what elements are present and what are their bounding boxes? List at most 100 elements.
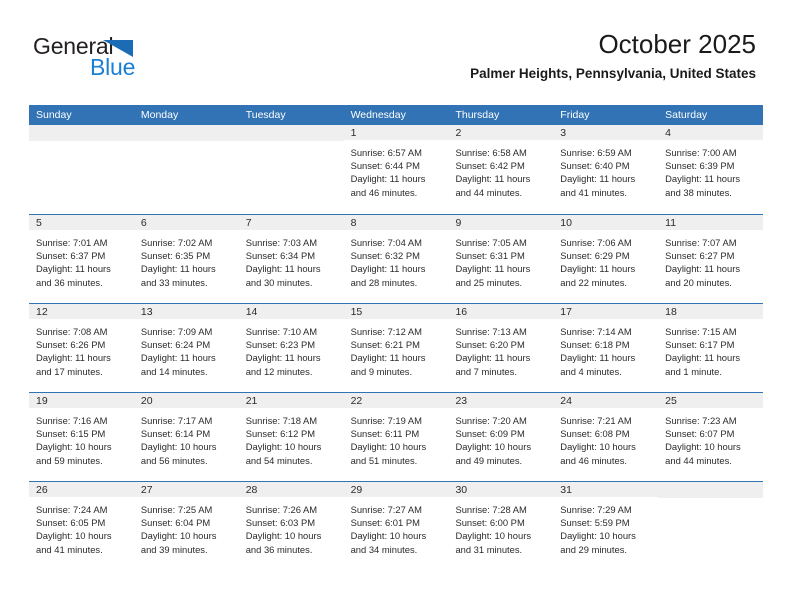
sunrise-text: Sunrise: 7:27 AM xyxy=(350,504,422,515)
daylight-text: Daylight: 10 hours xyxy=(36,441,112,453)
day-of-week-thursday: Thursday xyxy=(455,109,500,121)
sunset-text: Sunset: 6:42 PM xyxy=(455,160,525,172)
daylight-text: Daylight: 11 hours xyxy=(665,173,741,185)
day-cell-14[interactable]: 14 Sunrise: 7:10 AM Sunset: 6:23 PM Dayligh… xyxy=(238,304,344,392)
day-cell-21[interactable]: 21 Sunrise: 7:18 AM Sunset: 6:12 PM Dayligh… xyxy=(238,393,344,481)
sunset-text: Sunset: 6:32 PM xyxy=(350,250,420,262)
day-number: 16 xyxy=(455,306,468,318)
day-details: Sunrise: 7:08 AM Sunset: 6:26 PM Daylight:… xyxy=(29,320,134,378)
day-number: 14 xyxy=(245,306,258,318)
sunset-text: Sunset: 6:29 PM xyxy=(560,250,630,262)
sunrise-text: Sunrise: 7:00 AM xyxy=(665,147,737,158)
day-cell-6[interactable]: 6 Sunrise: 7:02 AM Sunset: 6:35 PM Daylight… xyxy=(133,215,239,303)
day-cell-22[interactable]: 22 Sunrise: 7:19 AM Sunset: 6:11 PM Dayligh… xyxy=(343,393,449,481)
daylight-text: Daylight: 10 hours xyxy=(350,530,427,542)
daylight-text-cont: and 20 minutes. xyxy=(665,276,732,288)
day-cell-27[interactable]: 27 Sunrise: 7:25 AM Sunset: 6:04 PM Dayligh… xyxy=(133,482,239,570)
daylight-text-cont: and 41 minutes. xyxy=(36,543,103,555)
day-cell-28[interactable]: 28 Sunrise: 7:26 AM Sunset: 6:03 PM Dayligh… xyxy=(238,482,344,570)
day-cell-30[interactable]: 30 Sunrise: 7:28 AM Sunset: 6:00 PM Dayligh… xyxy=(448,482,554,570)
day-number-band-empty xyxy=(133,125,239,141)
day-number: 19 xyxy=(36,395,48,407)
day-cell-11[interactable]: 11 Sunrise: 7:07 AM Sunset: 6:27 PM Dayligh… xyxy=(658,215,764,303)
calendar-week-row: 26 Sunrise: 7:24 AM Sunset: 6:05 PM Dayligh… xyxy=(29,481,764,570)
sunset-text: Sunset: 6:05 PM xyxy=(36,517,106,529)
day-cell-12[interactable]: 12 Sunrise: 7:08 AM Sunset: 6:26 PM Dayligh… xyxy=(29,304,134,392)
day-cell-25[interactable]: 25 Sunrise: 7:23 AM Sunset: 6:07 PM Dayligh… xyxy=(658,393,764,481)
daylight-text: Daylight: 10 hours xyxy=(140,530,217,542)
day-cell-18[interactable]: 18 Sunrise: 7:15 AM Sunset: 6:17 PM Dayligh… xyxy=(658,304,764,392)
sunrise-text: Sunrise: 7:06 AM xyxy=(560,237,632,248)
day-number: 3 xyxy=(560,127,567,139)
day-cell-29[interactable]: 29 Sunrise: 7:27 AM Sunset: 6:01 PM Dayligh… xyxy=(343,482,449,570)
day-cell-10[interactable]: 10 Sunrise: 7:06 AM Sunset: 6:29 PM Dayligh… xyxy=(553,215,659,303)
logo-text-blue: Blue xyxy=(90,54,136,80)
daylight-text: Daylight: 11 hours xyxy=(350,263,426,275)
daylight-text-cont: and 36 minutes. xyxy=(36,276,103,288)
sunrise-text: Sunrise: 7:04 AM xyxy=(350,237,422,248)
daylight-text-cont: and 29 minutes. xyxy=(560,543,628,555)
general-blue-logo[interactable]: General Blue xyxy=(33,33,233,81)
day-number: 30 xyxy=(455,484,468,496)
day-cell-13[interactable]: 13 Sunrise: 7:09 AM Sunset: 6:24 PM Dayligh… xyxy=(133,304,239,392)
page-header: General Blue October 2025 Palmer Heights… xyxy=(0,0,792,100)
daylight-text-cont: and 59 minutes. xyxy=(36,454,103,466)
day-number: 31 xyxy=(560,484,572,496)
daylight-text-cont: and 25 minutes. xyxy=(455,276,523,288)
calendar-page: General Blue October 2025 Palmer Heights… xyxy=(0,0,792,612)
day-cell-8[interactable]: 8 Sunrise: 7:04 AM Sunset: 6:32 PM Daylight… xyxy=(343,215,449,303)
day-cell-9[interactable]: 9 Sunrise: 7:05 AM Sunset: 6:31 PM Daylight… xyxy=(448,215,554,303)
calendar-weeks: 1 Sunrise: 6:57 AM Sunset: 6:44 PM Daylight… xyxy=(29,125,764,570)
day-number: 20 xyxy=(140,395,153,407)
day-cell-24[interactable]: 24 Sunrise: 7:21 AM Sunset: 6:08 PM Dayligh… xyxy=(553,393,659,481)
daylight-text: Daylight: 11 hours xyxy=(245,352,321,364)
day-cell-23[interactable]: 23 Sunrise: 7:20 AM Sunset: 6:09 PM Dayligh… xyxy=(448,393,554,481)
daylight-text-cont: and 33 minutes. xyxy=(140,276,208,288)
sunrise-text: Sunrise: 7:16 AM xyxy=(36,415,108,426)
daylight-text-cont: and 17 minutes. xyxy=(36,365,103,377)
day-details: Sunrise: 7:04 AM Sunset: 6:32 PM Daylight:… xyxy=(344,231,449,289)
day-cell-empty xyxy=(29,125,134,214)
day-number-band: 24 xyxy=(553,393,659,409)
day-cell-19[interactable]: 19 Sunrise: 7:16 AM Sunset: 6:15 PM Dayligh… xyxy=(29,393,134,481)
day-details: Sunrise: 7:19 AM Sunset: 6:11 PM Daylight:… xyxy=(344,409,449,467)
day-cell-16[interactable]: 16 Sunrise: 7:13 AM Sunset: 6:20 PM Dayligh… xyxy=(448,304,554,392)
day-cell-3[interactable]: 3 Sunrise: 6:59 AM Sunset: 6:40 PM Daylight… xyxy=(553,125,659,214)
day-number-band: 27 xyxy=(133,482,239,498)
sunrise-text: Sunrise: 7:05 AM xyxy=(455,237,527,248)
day-details: Sunrise: 7:23 AM Sunset: 6:07 PM Daylight:… xyxy=(658,409,763,467)
sunset-text: Sunset: 6:07 PM xyxy=(665,428,735,440)
day-cell-5[interactable]: 5 Sunrise: 7:01 AM Sunset: 6:37 PM Daylight… xyxy=(29,215,134,303)
day-cell-31[interactable]: 31 Sunrise: 7:29 AM Sunset: 5:59 PM Dayligh… xyxy=(553,482,659,570)
daylight-text: Daylight: 11 hours xyxy=(455,352,531,364)
daylight-text-cont: and 44 minutes. xyxy=(455,186,523,198)
day-cell-4[interactable]: 4 Sunrise: 7:00 AM Sunset: 6:39 PM Daylight… xyxy=(658,125,764,214)
sunset-text: Sunset: 6:17 PM xyxy=(665,339,735,351)
day-details: Sunrise: 7:07 AM Sunset: 6:27 PM Daylight:… xyxy=(658,231,763,289)
day-number-band: 3 xyxy=(553,125,659,141)
page-title: October 2025 xyxy=(598,29,756,59)
sunset-text: Sunset: 6:24 PM xyxy=(140,339,211,351)
day-details: Sunrise: 7:14 AM Sunset: 6:18 PM Daylight:… xyxy=(553,320,658,378)
day-cell-7[interactable]: 7 Sunrise: 7:03 AM Sunset: 6:34 PM Daylight… xyxy=(238,215,344,303)
daylight-text-cont: and 34 minutes. xyxy=(350,543,418,555)
day-cell-26[interactable]: 26 Sunrise: 7:24 AM Sunset: 6:05 PM Dayligh… xyxy=(29,482,134,570)
day-cell-2[interactable]: 2 Sunrise: 6:58 AM Sunset: 6:42 PM Daylight… xyxy=(448,125,554,214)
daylight-text-cont: and 36 minutes. xyxy=(245,543,313,555)
day-cell-20[interactable]: 20 Sunrise: 7:17 AM Sunset: 6:14 PM Dayligh… xyxy=(133,393,239,481)
day-number: 1 xyxy=(350,127,357,139)
day-cell-15[interactable]: 15 Sunrise: 7:12 AM Sunset: 6:21 PM Dayligh… xyxy=(343,304,449,392)
daylight-text-cont: and 41 minutes. xyxy=(560,186,628,198)
day-number: 22 xyxy=(350,395,363,407)
daylight-text-cont: and 38 minutes. xyxy=(665,186,732,198)
sunrise-text: Sunrise: 7:08 AM xyxy=(36,326,108,337)
day-number: 29 xyxy=(350,484,363,496)
day-details: Sunrise: 7:03 AM Sunset: 6:34 PM Daylight:… xyxy=(239,231,344,289)
day-cell-17[interactable]: 17 Sunrise: 7:14 AM Sunset: 6:18 PM Dayligh… xyxy=(553,304,659,392)
day-details: Sunrise: 7:10 AM Sunset: 6:23 PM Daylight:… xyxy=(239,320,344,378)
daylight-text: Daylight: 11 hours xyxy=(665,263,741,275)
day-number-band: 2 xyxy=(448,125,554,141)
day-of-week-header: Sunday Monday Tuesday Wednesday Thursday Frid… xyxy=(29,105,763,125)
day-cell-1[interactable]: 1 Sunrise: 6:57 AM Sunset: 6:44 PM Daylight… xyxy=(343,125,449,214)
sunrise-text: Sunrise: 7:23 AM xyxy=(665,415,737,426)
